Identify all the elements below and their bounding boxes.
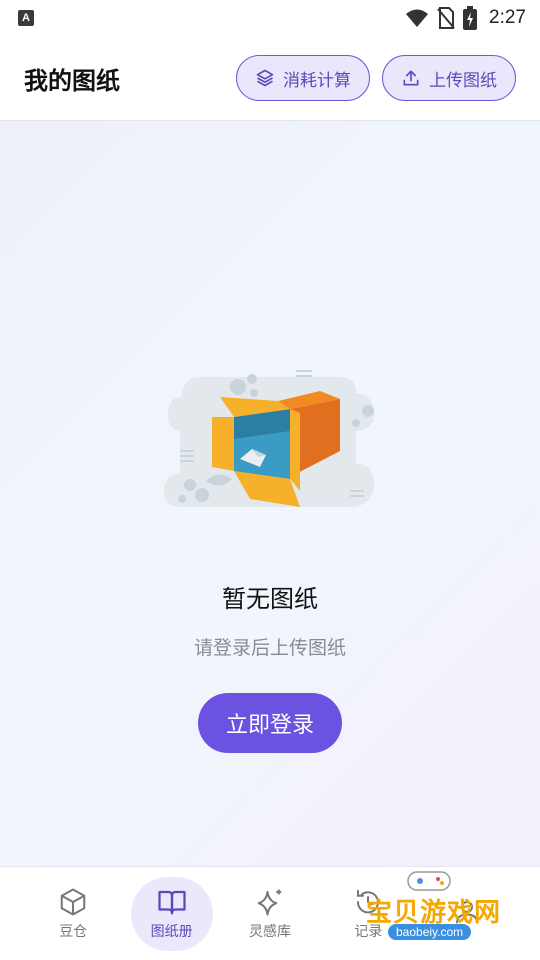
nav-label: 图纸册 [150, 924, 193, 940]
sparkle-icon [257, 889, 282, 916]
empty-subtitle: 请登录后上传图纸 [193, 637, 346, 659]
status-time: 2:27 [489, 7, 526, 28]
upload-drawing-button[interactable]: 上传图纸 [382, 55, 516, 101]
nav-label: 灵感库 [248, 924, 291, 940]
wifi-icon [406, 9, 429, 27]
consumption-calc-button[interactable]: 消耗计算 [236, 55, 370, 101]
empty-title: 暂无图纸 [222, 585, 318, 613]
cube-icon [60, 888, 86, 916]
nav-item-bean-storage[interactable]: 豆仓 [32, 877, 114, 951]
nav-label: 豆仓 [59, 924, 88, 940]
upload-drawing-label: 上传图纸 [429, 70, 497, 91]
page-title: 我的图纸 [24, 66, 120, 95]
nav-item-inspiration[interactable]: 灵感库 [229, 877, 311, 951]
upload-icon [403, 70, 419, 86]
gamepad-icon [407, 871, 451, 891]
battery-charging-icon [463, 6, 478, 30]
header-actions: 消耗计算 上传图纸 [236, 55, 516, 101]
consumption-calc-label: 消耗计算 [283, 70, 351, 91]
layers-icon [256, 69, 274, 87]
watermark-url: baobeiy.com [388, 924, 472, 940]
a-icon: A [18, 10, 34, 26]
nav-item-drawings[interactable]: 图纸册 [130, 877, 213, 951]
status-bar: A 2:27 [0, 0, 540, 36]
header: 我的图纸 消耗计算 上传图纸 [0, 36, 540, 120]
empty-box-illustration [164, 370, 374, 507]
book-icon [157, 890, 186, 915]
main-content: 暂无图纸 请登录后上传图纸 立即登录 [0, 120, 540, 866]
status-icons: 2:27 [405, 6, 526, 30]
no-sim-icon [437, 7, 455, 29]
watermark: 宝贝游戏网 baobeiy.com [352, 862, 522, 952]
login-button[interactable]: 立即登录 [198, 693, 342, 753]
